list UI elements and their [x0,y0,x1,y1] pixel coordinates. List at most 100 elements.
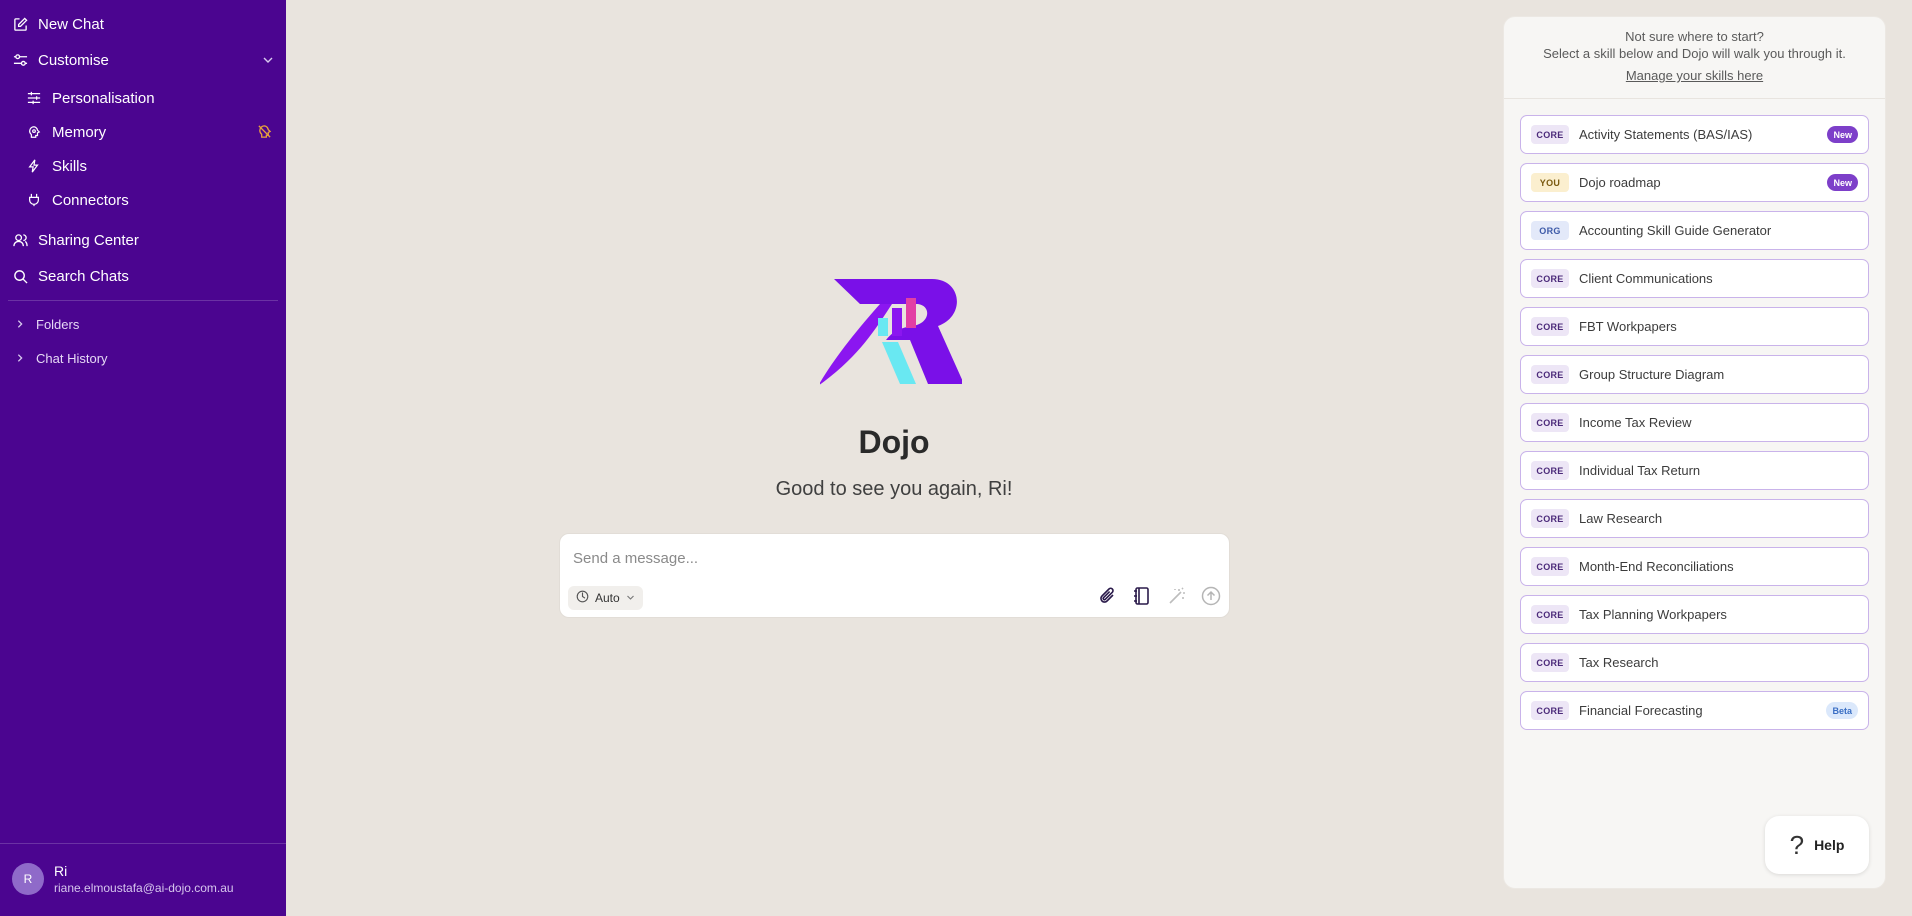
sidebar-item-skills[interactable]: Skills [26,152,274,180]
lightning-icon [26,158,42,174]
chevron-down-icon [626,591,635,605]
skill-label: Tax Planning Workpapers [1579,607,1727,622]
user-divider [0,843,286,844]
skill-tag: CORE [1531,125,1569,144]
settings-lines-icon [26,90,42,106]
question-mark-icon: ? [1789,829,1805,860]
skill-label: Month-End Reconciliations [1579,559,1734,574]
model-label: Auto [595,591,620,605]
panel-instructions: Select a skill below and Dojo will walk … [1543,46,1846,61]
skill-tag: YOU [1531,173,1569,192]
skill-label: Tax Research [1579,655,1659,670]
skill-item[interactable]: CORE Income Tax Review [1520,403,1869,442]
skill-item[interactable]: CORE FBT Workpapers [1520,307,1869,346]
notebook-icon [1132,586,1152,611]
skill-item[interactable]: CORE Individual Tax Return [1520,451,1869,490]
model-icon [576,590,589,606]
skill-item[interactable]: CORE Group Structure Diagram [1520,355,1869,394]
skill-item[interactable]: CORE Tax Planning Workpapers [1520,595,1869,634]
skill-label: Income Tax Review [1579,415,1692,430]
skill-label: Accounting Skill Guide Generator [1579,223,1772,238]
skill-label: Activity Statements (BAS/IAS) [1579,127,1753,142]
skill-item[interactable]: CORE Client Communications [1520,259,1869,298]
skill-tag: CORE [1531,557,1569,576]
help-button[interactable]: ? Help [1765,816,1869,874]
skill-item[interactable]: CORE Law Research [1520,499,1869,538]
skills-panel-header: Not sure where to start? Select a skill … [1504,17,1885,99]
skill-label: FBT Workpapers [1579,319,1677,334]
skill-item[interactable]: YOU Dojo roadmap New [1520,163,1869,202]
send-arrow-icon [1201,586,1221,611]
skill-item[interactable]: CORE Activity Statements (BAS/IAS) New [1520,115,1869,154]
sidebar-item-folders[interactable]: Folders [12,310,274,338]
enhance-prompt-button[interactable] [1165,586,1189,610]
greeting: Good to see you again, Ri! [775,478,1013,500]
skill-tag: CORE [1531,317,1569,336]
skill-item[interactable]: ORG Accounting Skill Guide Generator [1520,211,1869,250]
notebook-button[interactable] [1130,586,1154,610]
sidebar-item-memory[interactable]: Memory [26,118,274,146]
sidebar-item-chat-history[interactable]: Chat History [12,344,274,372]
sidebar-item-personalisation[interactable]: Personalisation [26,84,274,112]
sidebar-item-search-chats[interactable]: Search Chats [12,262,274,290]
user-email: riane.elmoustafa@ai-dojo.com.au [54,881,234,895]
model-select[interactable]: Auto [568,586,643,610]
dojo-logo [818,276,964,386]
sidebar-item-sharing-center[interactable]: Sharing Center [12,226,274,254]
users-icon [12,232,28,248]
user-profile[interactable]: R Ri riane.elmoustafa@ai-dojo.com.au [12,863,234,895]
edit-icon [12,16,28,32]
skill-tag: CORE [1531,509,1569,528]
customise-label: Customise [38,51,109,69]
sidebar-item-label: Connectors [52,191,129,209]
brain-icon [26,124,42,140]
skills-panel: Not sure where to start? Select a skill … [1503,16,1886,889]
skill-label: Law Research [1579,511,1663,526]
skill-tag: CORE [1531,365,1569,384]
send-button[interactable] [1199,586,1223,610]
customise-toggle[interactable]: Customise [12,46,274,74]
new-chat-label: New Chat [38,15,104,33]
message-composer: Auto [559,533,1230,618]
help-label: Help [1814,837,1845,853]
sidebar-item-connectors[interactable]: Connectors [26,186,274,214]
skill-tag: CORE [1531,269,1569,288]
sidebar-item-label: Folders [36,316,80,332]
sidebar-item-label: Memory [52,123,107,141]
sidebar: New Chat Customise Personalisation Memor… [0,0,286,916]
sidebar-item-label: Search Chats [38,267,129,285]
paperclip-icon [1098,586,1118,611]
manage-skills-link[interactable]: Manage your skills here [1504,68,1885,83]
message-input[interactable] [573,546,1213,570]
search-icon [12,268,28,284]
skill-item[interactable]: CORE Month-End Reconciliations [1520,547,1869,586]
chevron-right-icon [12,316,28,332]
sidebar-divider [8,300,278,301]
skill-item[interactable]: CORE Financial Forecasting Beta [1520,691,1869,730]
magic-wand-icon [1167,586,1187,611]
skill-label: Group Structure Diagram [1579,367,1725,382]
skill-label: Client Communications [1579,271,1713,286]
new-chat-button[interactable]: New Chat [12,10,274,38]
avatar: R [12,863,44,895]
skill-tag: CORE [1531,461,1569,480]
skill-badge: New [1827,126,1858,143]
panel-intro: Not sure where to start? [1625,29,1764,44]
skill-label: Individual Tax Return [1579,463,1701,478]
skill-label: Financial Forecasting [1579,703,1703,718]
chevron-down-icon [262,53,274,70]
sidebar-item-label: Sharing Center [38,231,139,249]
sidebar-item-label: Skills [52,157,88,175]
skill-tag: CORE [1531,413,1569,432]
skill-tag: CORE [1531,653,1569,672]
page-title: Dojo [858,424,930,460]
skill-tag: CORE [1531,701,1569,720]
plug-icon [26,192,42,208]
memory-off-icon[interactable] [257,124,272,143]
skill-tag: ORG [1531,221,1569,240]
skill-item[interactable]: CORE Tax Research [1520,643,1869,682]
user-name: Ri [54,863,68,879]
sliders-icon [12,52,28,68]
attach-button[interactable] [1096,586,1120,610]
skill-badge: New [1827,174,1858,191]
